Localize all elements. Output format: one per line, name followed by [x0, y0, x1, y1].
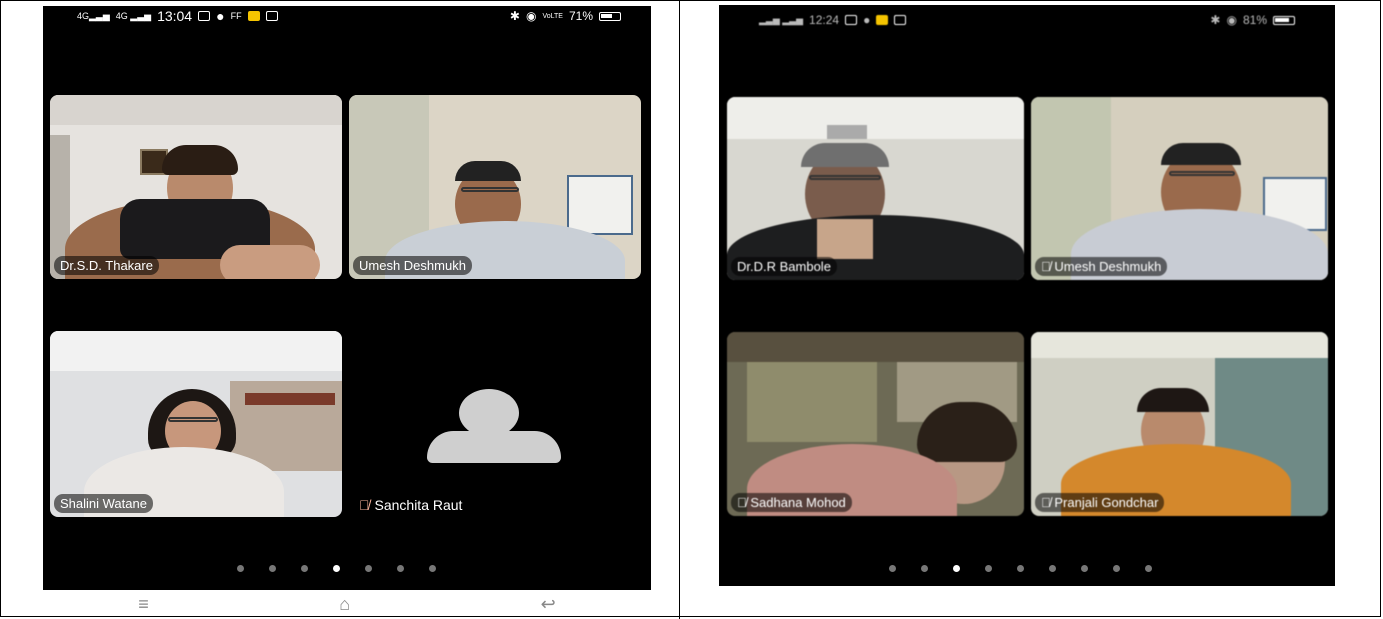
participant-name-tag: 🎙̸ Umesh Deshmukh	[1035, 257, 1168, 276]
shirt	[817, 219, 873, 259]
hair	[1161, 143, 1241, 165]
video-tile-4[interactable]: 🎙̸ Sanchita Raut	[349, 331, 641, 517]
battery-percent: 81%	[1242, 13, 1267, 27]
page-dot[interactable]	[1145, 565, 1152, 572]
participant-name-tag: Shalini Watane	[54, 494, 153, 513]
page-dot[interactable]	[237, 565, 244, 572]
light-fixture	[827, 125, 867, 139]
page-dot[interactable]	[1017, 565, 1024, 572]
participant-name: Pranjali Gondchar	[1054, 495, 1159, 510]
signal-icon: 4G▂▃▅	[77, 10, 110, 21]
video-tile-2[interactable]: 🎙̸ Umesh Deshmukh	[1031, 97, 1328, 280]
window-pane	[747, 362, 877, 442]
page-dot[interactable]	[889, 565, 896, 572]
status-bar: ▂▃▅ ▂▃▅ 12:24 ● ✱ ◉ 81%	[719, 5, 1335, 27]
back-icon[interactable]: ↩	[541, 594, 556, 615]
participant-name: Umesh Deshmukh	[1054, 259, 1162, 274]
video-tile-3[interactable]: Shalini Watane	[50, 331, 342, 517]
hair	[162, 145, 238, 175]
video-tile-4[interactable]: 🎙̸ Pranjali Gondchar	[1031, 332, 1328, 516]
page-dot[interactable]	[429, 565, 436, 572]
mic-muted-icon: 🎙̸	[1041, 259, 1051, 274]
mic-muted-icon: 🎙̸	[1041, 495, 1051, 510]
bluetooth-icon: ✱	[1210, 13, 1221, 27]
avatar-placeholder-head	[459, 389, 519, 437]
page-dot[interactable]	[333, 565, 340, 572]
bluetooth-icon: ✱	[509, 9, 520, 23]
page-dot[interactable]	[921, 565, 928, 572]
page-dot[interactable]	[1113, 565, 1120, 572]
glasses	[461, 187, 519, 192]
glasses	[809, 175, 881, 180]
page-dot[interactable]	[1049, 565, 1056, 572]
avatar-placeholder-body	[427, 431, 561, 463]
participant-name-row: 🎙̸ Sanchita Raut	[359, 497, 462, 513]
signal-icon: ▂▃▅ ▂▃▅	[759, 14, 804, 25]
clock: 12:24	[809, 13, 840, 27]
volte-icon: VoLTE	[542, 12, 563, 20]
hair	[1137, 388, 1209, 412]
glasses	[168, 417, 218, 422]
video-tile-1[interactable]: Dr.S.D. Thakare	[50, 95, 342, 279]
clock: 13:04	[157, 8, 193, 24]
status-bar: 4G▂▃▅ 4G ▂▃▅ 13:04 ● FF ✱ ◉ VoLTE 71%	[43, 6, 651, 28]
page-dot[interactable]	[269, 565, 276, 572]
alarm-icon: ◉	[525, 9, 537, 23]
participant-name-tag: Umesh Deshmukh	[353, 256, 472, 275]
participant-name-tag: 🎙̸ Pranjali Gondchar	[1035, 493, 1165, 512]
app-notification-icon	[247, 11, 260, 21]
right-phone-screen: ▂▃▅ ▂▃▅ 12:24 ● ✱ ◉ 81% Dr.D.R Bambole 🎙…	[719, 5, 1335, 586]
participant-name: Sanchita Raut	[374, 497, 463, 513]
app-notification-icon	[876, 15, 889, 25]
message-icon	[894, 15, 907, 25]
android-navbar: ≡ ⌂ ↩	[43, 590, 651, 619]
left-phone-screen: 4G▂▃▅ 4G ▂▃▅ 13:04 ● FF ✱ ◉ VoLTE 71% Dr…	[43, 6, 651, 590]
page-dot[interactable]	[953, 565, 960, 572]
message-icon	[265, 11, 278, 21]
ceiling	[727, 97, 1024, 139]
video-tile-3[interactable]: 🎙̸ Sadhana Mohod	[727, 332, 1024, 516]
page-dot[interactable]	[1081, 565, 1088, 572]
alarm-icon: ◉	[1226, 13, 1237, 27]
home-icon[interactable]: ⌂	[339, 594, 350, 615]
ff-icon: FF	[230, 11, 242, 21]
gallery-icon	[198, 11, 211, 21]
ceiling	[50, 95, 342, 125]
menu-icon[interactable]: ≡	[138, 594, 149, 615]
ceiling	[50, 331, 342, 371]
page-indicator[interactable]	[237, 565, 436, 572]
hair	[801, 143, 889, 167]
page-dot[interactable]	[985, 565, 992, 572]
page-dot[interactable]	[397, 565, 404, 572]
window-top	[727, 332, 1024, 362]
panel-divider	[679, 0, 680, 619]
battery-icon	[599, 11, 621, 21]
participant-name-tag: 🎙̸ Sadhana Mohod	[731, 493, 852, 512]
battery-icon	[1273, 15, 1295, 25]
video-tile-1[interactable]: Dr.D.R Bambole	[727, 97, 1024, 280]
participant-name: Sadhana Mohod	[750, 495, 846, 510]
gallery-icon	[845, 15, 858, 25]
shelf-sign	[245, 393, 335, 405]
signal-icon-2: 4G ▂▃▅	[115, 10, 152, 21]
network-type: 4G	[77, 10, 90, 21]
battery-percent: 71%	[568, 9, 593, 23]
chat-icon: ●	[863, 13, 871, 27]
participant-name-tag: Dr.D.R Bambole	[731, 257, 837, 276]
mic-muted-icon: 🎙̸	[359, 497, 370, 513]
page-indicator[interactable]	[889, 565, 1152, 572]
participant-name-tag: Dr.S.D. Thakare	[54, 256, 159, 275]
video-tile-2[interactable]: Umesh Deshmukh	[349, 95, 641, 279]
mic-muted-icon: 🎙̸	[737, 495, 747, 510]
glasses	[1169, 171, 1235, 176]
hair	[455, 161, 521, 181]
page-dot[interactable]	[365, 565, 372, 572]
chat-icon: ●	[216, 8, 225, 24]
wall-calendar	[567, 175, 633, 235]
page-dot[interactable]	[301, 565, 308, 572]
hands	[220, 245, 320, 279]
ceiling	[1031, 332, 1328, 358]
